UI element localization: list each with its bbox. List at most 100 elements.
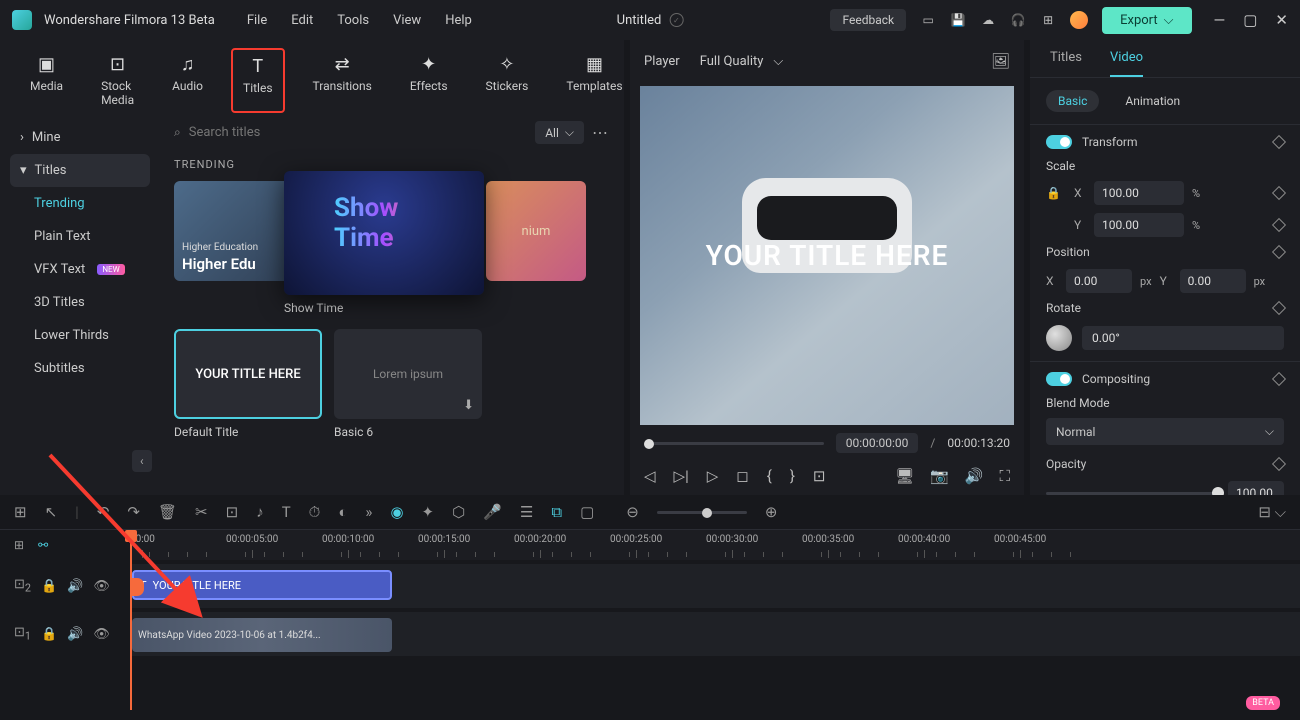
sidebar-plain-text[interactable]: Plain Text xyxy=(10,220,150,253)
sidebar-3d-titles[interactable]: 3D Titles xyxy=(10,286,150,319)
mute-icon[interactable]: 🔊 xyxy=(67,627,83,642)
transform-toggle[interactable] xyxy=(1046,135,1072,149)
scrub-track[interactable] xyxy=(644,442,824,445)
compositing-toggle[interactable] xyxy=(1046,372,1072,386)
play-in-icon[interactable]: ▷| xyxy=(674,467,689,485)
headset-icon[interactable]: 🎧 xyxy=(1010,12,1026,28)
more-icon[interactable]: ⋯ xyxy=(592,123,610,142)
collapse-button[interactable]: ‹ xyxy=(132,450,152,472)
minimize-button[interactable]: — xyxy=(1214,11,1226,29)
menu-tools[interactable]: Tools xyxy=(337,13,369,28)
sidebar-lower-thirds[interactable]: Lower Thirds xyxy=(10,319,150,352)
pill-animation[interactable]: Animation xyxy=(1113,90,1192,112)
track-layout-icon[interactable]: ⊞ xyxy=(14,538,24,552)
lock-icon[interactable]: 🔒 xyxy=(1046,186,1061,200)
cut-icon[interactable]: ✂ xyxy=(195,503,208,521)
pos-y-input[interactable] xyxy=(1180,269,1246,293)
card-third[interactable]: nium xyxy=(486,181,586,281)
grid-icon[interactable]: ⊞ xyxy=(14,503,27,521)
ruler[interactable]: 00:0000:00:05:0000:00:10:0000:00:15:0000… xyxy=(130,530,1300,560)
title-clip[interactable]: TYOUR TITLE HERE xyxy=(132,570,392,600)
rotate-knob[interactable] xyxy=(1046,325,1072,351)
close-button[interactable]: ✕ xyxy=(1275,11,1288,29)
camera-icon[interactable]: 📷 xyxy=(930,467,949,485)
all-filter[interactable]: All⌵ xyxy=(535,121,584,144)
card-default-title[interactable]: YOUR TITLE HERE Default Title xyxy=(174,329,322,439)
magnet-icon[interactable]: ⧉ xyxy=(551,503,562,521)
download-icon[interactable]: ⬇ xyxy=(463,398,474,413)
cloud-icon[interactable]: ☁ xyxy=(980,12,996,28)
track-type-icon[interactable]: ⊡1 xyxy=(14,625,31,643)
ptab-video[interactable]: Video xyxy=(1110,50,1143,77)
menu-file[interactable]: File xyxy=(247,13,267,28)
tab-stock-media[interactable]: ⊡Stock Media xyxy=(91,48,144,113)
keyframe-icon[interactable] xyxy=(1272,372,1286,386)
tab-audio[interactable]: ♫Audio xyxy=(162,48,213,113)
redo-icon[interactable]: ↷ xyxy=(127,503,140,521)
screen-icon[interactable]: ▭ xyxy=(920,12,936,28)
sidebar-titles[interactable]: ▾Titles xyxy=(10,154,150,187)
export-button[interactable]: Export⌵ xyxy=(1102,7,1191,34)
opacity-slider[interactable] xyxy=(1046,492,1218,495)
mark-in-icon[interactable]: { xyxy=(767,467,772,485)
save-icon[interactable]: 💾 xyxy=(950,12,966,28)
more-tl-icon[interactable]: » xyxy=(365,503,372,521)
text-icon[interactable]: T xyxy=(282,503,291,521)
preview[interactable]: YOUR TITLE HERE xyxy=(640,86,1014,425)
mute-icon[interactable]: 🔊 xyxy=(67,579,83,594)
snapshot-icon[interactable]: 🖼 xyxy=(991,52,1010,70)
tab-transitions[interactable]: ⇄Transitions xyxy=(303,48,382,113)
crop-tl-icon[interactable]: ⊡ xyxy=(226,503,239,521)
menu-view[interactable]: View xyxy=(393,13,421,28)
sidebar-trending[interactable]: Trending xyxy=(10,187,150,220)
track-body-2[interactable]: TYOUR TITLE HERE xyxy=(130,564,1300,608)
keyframe-icon[interactable] xyxy=(1272,135,1286,149)
rec-icon[interactable]: ▢ xyxy=(580,503,594,521)
tab-media[interactable]: ▣Media xyxy=(20,48,73,113)
visible-icon[interactable]: 👁 xyxy=(93,627,110,642)
sync-icon[interactable]: ✓ xyxy=(669,13,683,27)
rotate-input[interactable] xyxy=(1082,326,1284,350)
scrub-thumb[interactable] xyxy=(644,439,654,449)
video-clip[interactable]: WhatsApp Video 2023-10-06 at 1.4b2f4... xyxy=(132,618,392,652)
fullscreen-icon[interactable]: ⛶ xyxy=(999,467,1010,485)
quality-select[interactable]: Full Quality⌵ xyxy=(700,54,784,69)
pointer-icon[interactable]: ↖ xyxy=(45,503,58,521)
shield-tl-icon[interactable]: ⬡ xyxy=(452,503,465,521)
keyframe-icon[interactable] xyxy=(1272,186,1286,200)
card-basic6[interactable]: Lorem ipsum⬇ Basic 6 xyxy=(334,329,482,439)
scale-y-input[interactable] xyxy=(1094,213,1184,237)
sidebar-subtitles[interactable]: Subtitles xyxy=(10,352,150,385)
stop-icon[interactable]: ◻ xyxy=(736,467,748,485)
search-box[interactable]: ⌕ xyxy=(174,125,527,140)
lock-track-icon[interactable]: 🔒 xyxy=(41,579,57,594)
mic-icon[interactable]: 🎤 xyxy=(483,503,502,521)
mark-out-icon[interactable]: } xyxy=(790,467,795,485)
zoom-slider[interactable] xyxy=(657,511,747,514)
card-show-time[interactable]: Show Time xyxy=(284,181,484,315)
playhead[interactable] xyxy=(130,530,132,710)
layout-icon[interactable]: ⊟ ⌵ xyxy=(1258,503,1286,521)
sidebar-vfx-text[interactable]: VFX TextNEW xyxy=(10,253,150,286)
scale-x-input[interactable] xyxy=(1094,181,1184,205)
search-input[interactable] xyxy=(189,125,527,140)
apps-icon[interactable]: ⊞ xyxy=(1040,12,1056,28)
crop-icon[interactable]: ⊡ xyxy=(813,467,826,485)
display-icon[interactable]: 🖥 xyxy=(895,467,914,485)
delete-icon[interactable]: 🗑 xyxy=(158,503,177,521)
volume-icon[interactable]: 🔊 xyxy=(965,467,984,485)
color-icon[interactable]: ◐ xyxy=(338,503,347,521)
sidebar-mine[interactable]: ›Mine xyxy=(10,121,150,154)
zoom-in-icon[interactable]: ⊕ xyxy=(765,503,778,521)
slider-thumb[interactable] xyxy=(1212,487,1224,496)
sparkle-icon[interactable]: ✦ xyxy=(422,503,435,521)
link-icon[interactable]: ⚯ xyxy=(38,538,48,552)
play-icon[interactable]: ▷ xyxy=(707,467,719,485)
speed-icon[interactable]: ⏱ xyxy=(309,503,321,521)
music-icon[interactable]: ♪ xyxy=(256,503,264,521)
menu-edit[interactable]: Edit xyxy=(291,13,313,28)
feedback-button[interactable]: Feedback xyxy=(830,9,906,31)
opacity-input[interactable] xyxy=(1228,481,1284,495)
tab-effects[interactable]: ✦Effects xyxy=(400,48,458,113)
blend-select[interactable]: Normal⌵ xyxy=(1046,418,1284,445)
